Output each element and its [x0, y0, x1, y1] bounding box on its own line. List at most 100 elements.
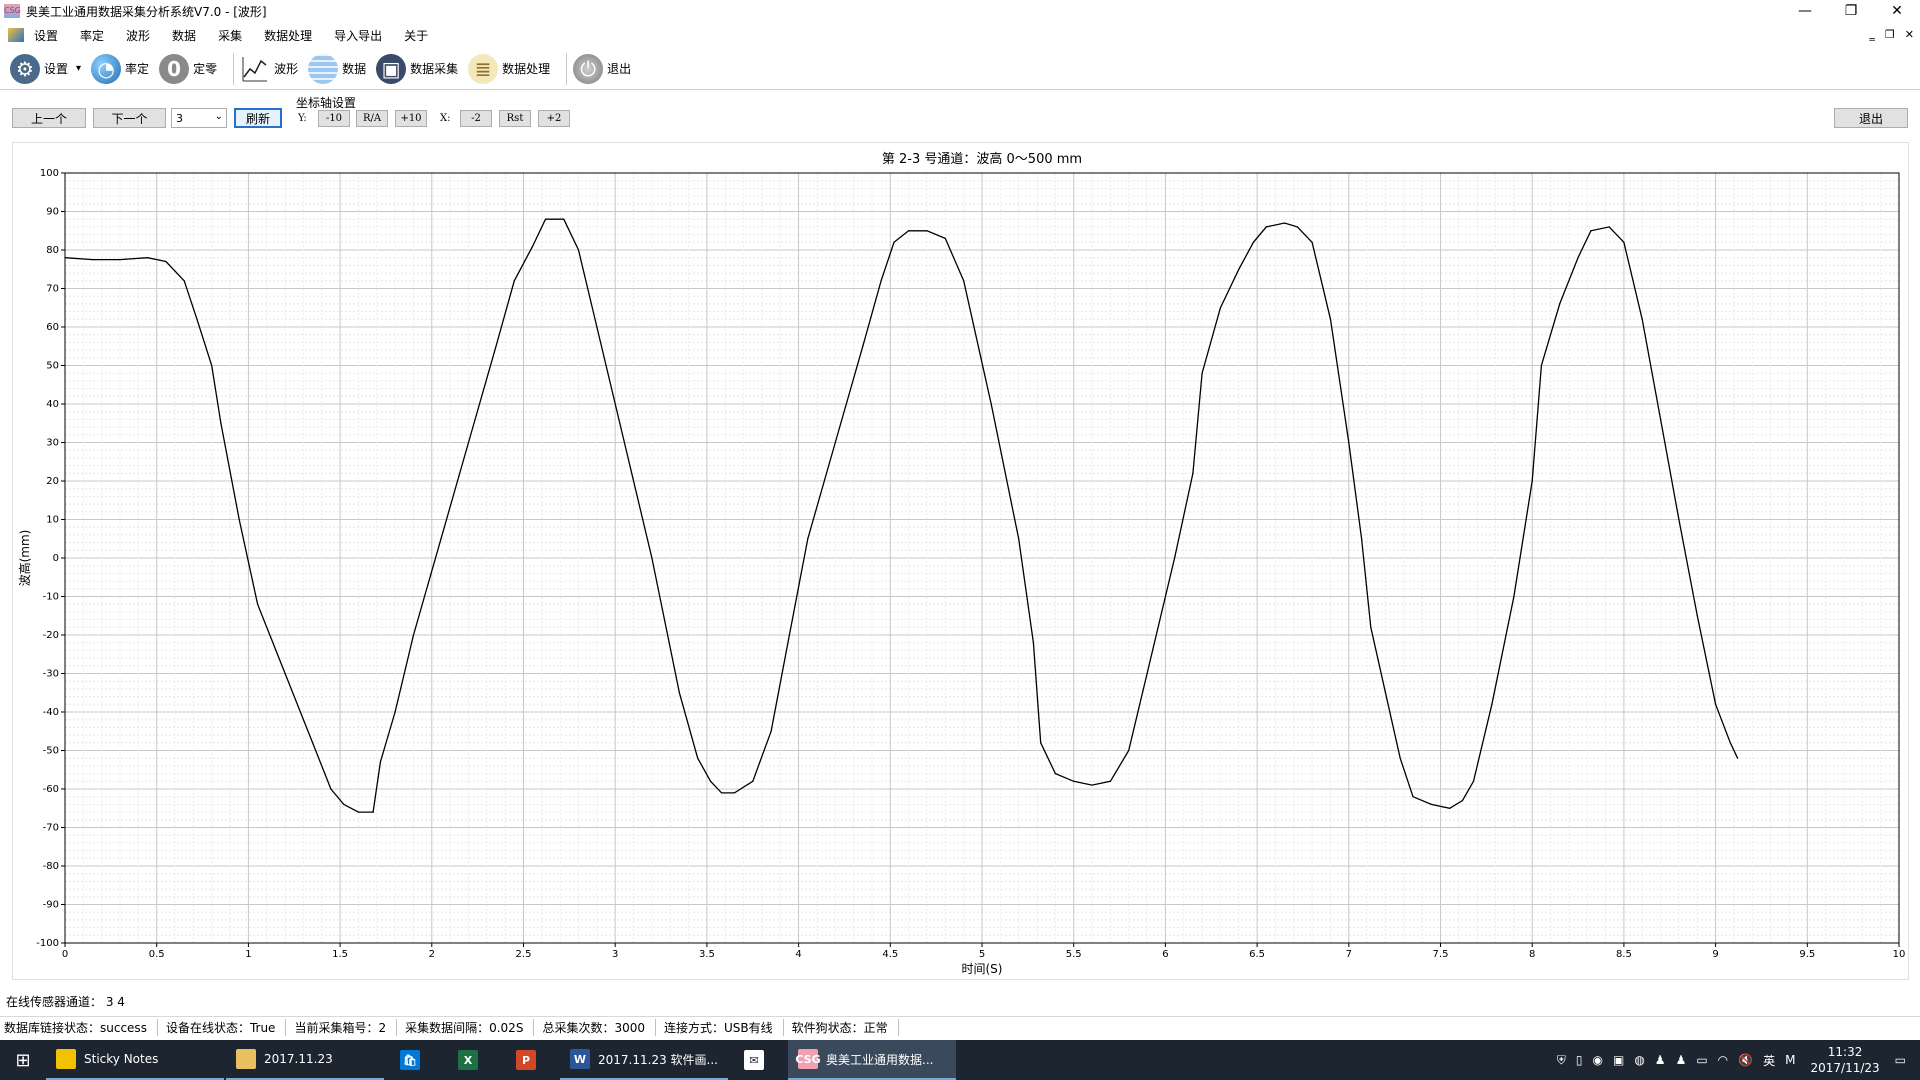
y-tick-label: -100: [36, 938, 59, 949]
chrome-icon[interactable]: ◉: [1592, 1053, 1602, 1067]
y-auto-button[interactable]: R/A: [356, 110, 388, 127]
start-button[interactable]: ⊞: [0, 1040, 46, 1080]
control-bar: 上一个 下一个 3 ⌄ 刷新 坐标轴设置 Y: -10 R/A +10 X: -…: [0, 92, 1920, 138]
data-point: [1238, 268, 1240, 270]
maximize-button[interactable]: ❐: [1828, 0, 1874, 22]
taskbar-app[interactable]: P: [502, 1040, 558, 1080]
data-point: [330, 788, 332, 790]
data-point: [1659, 418, 1662, 420]
usb-icon[interactable]: ▯: [1576, 1053, 1583, 1067]
taskbar-app[interactable]: Sticky Notes: [46, 1040, 224, 1080]
data-point: [1491, 703, 1493, 705]
x-minus-button[interactable]: -2: [460, 110, 492, 127]
data-point: [1284, 222, 1286, 224]
x-tick-label: 2.5: [516, 949, 532, 960]
y-tick-label: -30: [43, 669, 59, 680]
store-icon: 🛍: [400, 1050, 420, 1070]
y-tick-label: 90: [46, 207, 59, 218]
data-point: [467, 441, 470, 444]
y-tick-label: 80: [46, 245, 59, 256]
battery-icon[interactable]: ▭: [1696, 1053, 1707, 1067]
data-point: [1531, 480, 1533, 482]
waveform-chart[interactable]: 1009080706050403020100-10-20-30-40-50-60…: [13, 143, 1910, 981]
data-point: [1201, 372, 1203, 374]
data-point: [1623, 241, 1625, 243]
y-plus-button[interactable]: +10: [395, 110, 427, 127]
y-tick-label: 50: [46, 361, 59, 372]
menu-calibrate[interactable]: 率定: [80, 27, 104, 44]
penguin-icon[interactable]: ♟: [1676, 1053, 1687, 1067]
ime-indicator[interactable]: 英: [1763, 1052, 1775, 1069]
taskbar-app[interactable]: 2017.11.23: [226, 1040, 384, 1080]
toolbar-waveform-button[interactable]: 波形: [240, 53, 299, 84]
toolbar-acquire-button[interactable]: ▣ 数据采集: [376, 53, 458, 84]
data-point: [119, 259, 121, 261]
data-point: [862, 345, 864, 347]
toolbar-calibrate-label: 率定: [125, 62, 150, 76]
penguin-icon[interactable]: ♟: [1655, 1053, 1666, 1067]
mdi-close-button[interactable]: ✕: [1905, 24, 1914, 46]
notification-icon[interactable]: ▭: [1895, 1053, 1906, 1067]
data-point: [412, 634, 415, 636]
toolbar: ⚙ 设置 ▾ ◔ 率定 0 定零 波形 数据 ▣ 数据采集 ≣ 数据处理 ⏻ 退…: [0, 48, 1920, 90]
chevron-down-icon[interactable]: ▾: [76, 63, 81, 74]
device-online-status: 设备在线状态：True: [162, 1019, 287, 1036]
x-reset-button[interactable]: Rst: [499, 110, 531, 127]
ime-mode-indicator[interactable]: M: [1785, 1053, 1795, 1067]
channel-select[interactable]: 3 ⌄: [171, 108, 227, 128]
next-button[interactable]: 下一个: [93, 108, 166, 128]
taskbar-app[interactable]: CSG 奥美工业通用数据...: [788, 1040, 956, 1080]
connection-status: 连接方式：USB有线: [660, 1019, 784, 1036]
close-button[interactable]: ✕: [1874, 0, 1920, 22]
data-point: [196, 318, 198, 320]
menu-data[interactable]: 数据: [172, 27, 196, 44]
menu-about[interactable]: 关于: [404, 27, 428, 44]
channel-select-value: 3: [176, 111, 183, 125]
data-point: [165, 260, 167, 263]
clock[interactable]: 11:32 2017/11/23: [1810, 1044, 1879, 1076]
x-plus-button[interactable]: +2: [538, 110, 570, 127]
wifi-icon[interactable]: ◠: [1718, 1053, 1728, 1067]
refresh-button[interactable]: 刷新: [234, 108, 282, 128]
toolbar-zero-button[interactable]: 0 定零: [159, 53, 217, 84]
data-point: [1449, 807, 1451, 809]
mdi-restore-button[interactable]: ❐: [1885, 24, 1895, 46]
minimize-button[interactable]: —: [1782, 0, 1828, 22]
data-point: [733, 792, 736, 794]
toolbar-settings-button[interactable]: ⚙ 设置 ▾: [10, 53, 81, 84]
taskbar-app[interactable]: X: [444, 1040, 500, 1080]
prev-button[interactable]: 上一个: [12, 108, 86, 128]
menu-acquire[interactable]: 采集: [218, 27, 242, 44]
mdi-minimize-button[interactable]: ‗: [1869, 24, 1875, 46]
menu-waveform[interactable]: 波形: [126, 27, 150, 44]
menu-import-export[interactable]: 导入导出: [334, 27, 382, 44]
wechat-icon[interactable]: ◍: [1634, 1053, 1644, 1067]
data-point: [720, 792, 723, 794]
menu-data-processing[interactable]: 数据处理: [264, 27, 312, 44]
menu-settings[interactable]: 设置: [34, 27, 58, 44]
toolbar-waveform-label: 波形: [274, 62, 299, 76]
toolbar-exit-button[interactable]: ⏻ 退出: [573, 53, 631, 84]
data-point: [1109, 780, 1111, 782]
clipboard-icon: ≣: [468, 53, 499, 84]
toolbar-data-button[interactable]: 数据: [308, 53, 366, 84]
taskbar-app[interactable]: ✉: [730, 1040, 786, 1080]
volume-icon[interactable]: 🔇: [1738, 1053, 1753, 1067]
toolbar-processing-button[interactable]: ≣ 数据处理: [468, 53, 550, 84]
taskbar-app[interactable]: 🛍: [386, 1040, 442, 1080]
x-tick-label: 6: [1162, 949, 1168, 960]
data-point: [211, 364, 213, 367]
toolbar-calibrate-button[interactable]: ◔ 率定: [91, 53, 150, 84]
qq-icon[interactable]: ▣: [1613, 1053, 1624, 1067]
windows-icon: ⊞: [15, 1049, 31, 1071]
app-logo-icon: CSG: [4, 4, 21, 18]
x-tick-label: 8: [1529, 949, 1535, 960]
exit-button[interactable]: 退出: [1834, 108, 1908, 128]
data-point: [807, 538, 809, 540]
data-point: [1173, 557, 1176, 559]
shield-icon[interactable]: ⛨: [1557, 1053, 1566, 1068]
taskbar-app[interactable]: W 2017.11.23 软件画...: [560, 1040, 728, 1080]
power-icon: ⏻: [573, 53, 604, 84]
y-minus-button[interactable]: -10: [318, 110, 350, 127]
menu-bar: 设置 率定 波形 数据 采集 数据处理 导入导出 关于 ‗ ❐ ✕: [0, 24, 1920, 46]
